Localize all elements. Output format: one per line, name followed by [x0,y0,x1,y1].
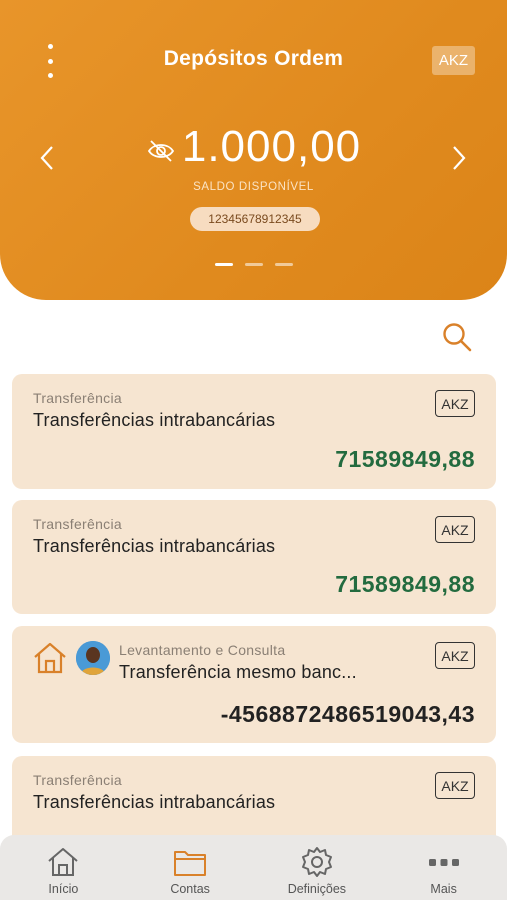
account-number: 12345678912345 [190,207,320,231]
nav-item-contas[interactable]: Contas [127,835,254,900]
transaction-amount: 71589849,88 [335,446,475,472]
home-icon [34,642,66,674]
account-header: Depósitos Ordem AKZ 1.000,00 SALDO DISPO… [0,0,507,300]
more-icon [428,859,459,866]
transaction-title: Transferências intrabancárias [33,536,276,556]
transaction-category: Transferência [33,390,122,406]
currency-badge: AKZ [435,772,475,799]
folder-icon [174,851,207,876]
transaction-amount: 71589849,88 [335,571,475,597]
gear-icon [301,847,332,877]
page-indicator [0,263,507,266]
transaction-title: Transferências intrabancárias [33,410,276,430]
home-icon [48,848,79,876]
balance-row: 1.000,00 [0,122,507,172]
currency-badge: AKZ [435,516,475,543]
nav-label: Início [48,882,79,896]
nav-label: Definições [287,882,347,896]
transaction-card[interactable]: Levantamento e Consulta Transferência me… [12,626,496,743]
eye-off-icon[interactable] [146,136,176,166]
transaction-category: Transferência [33,516,122,532]
transaction-category: Transferência [33,772,122,788]
currency-badge: AKZ [435,642,475,669]
balance-amount: 1.000,00 [181,122,362,171]
currency-badge: AKZ [435,390,475,417]
balance-label: SALDO DISPONÍVEL [193,181,314,193]
bottom-navigation: Início Contas Definições Mais [0,835,507,900]
transaction-amount: -4568872486519043,43 [220,701,475,727]
page-dot-2 [244,263,263,266]
page-dot-3 [274,263,293,266]
transaction-category: Levantamento e Consulta [119,642,286,658]
transaction-title: Transferências intrabancárias [33,792,276,812]
page-dot-1 [214,263,233,266]
nav-item-mais[interactable]: Mais [380,835,507,900]
transaction-title: Transferência mesmo banc... [119,662,357,682]
nav-item-definicoes[interactable]: Definições [254,835,381,900]
search-icon[interactable] [441,321,473,353]
currency-badge[interactable]: AKZ [432,46,475,75]
nav-item-inicio[interactable]: Início [0,835,127,900]
avatar [76,641,110,675]
transaction-card[interactable]: Transferência Transferências intrabancár… [12,374,496,489]
nav-label: Mais [430,882,457,896]
page-title: Depósitos Ordem [163,47,344,70]
nav-label: Contas [170,882,210,896]
transaction-card[interactable]: Transferência Transferências intrabancár… [12,500,496,614]
